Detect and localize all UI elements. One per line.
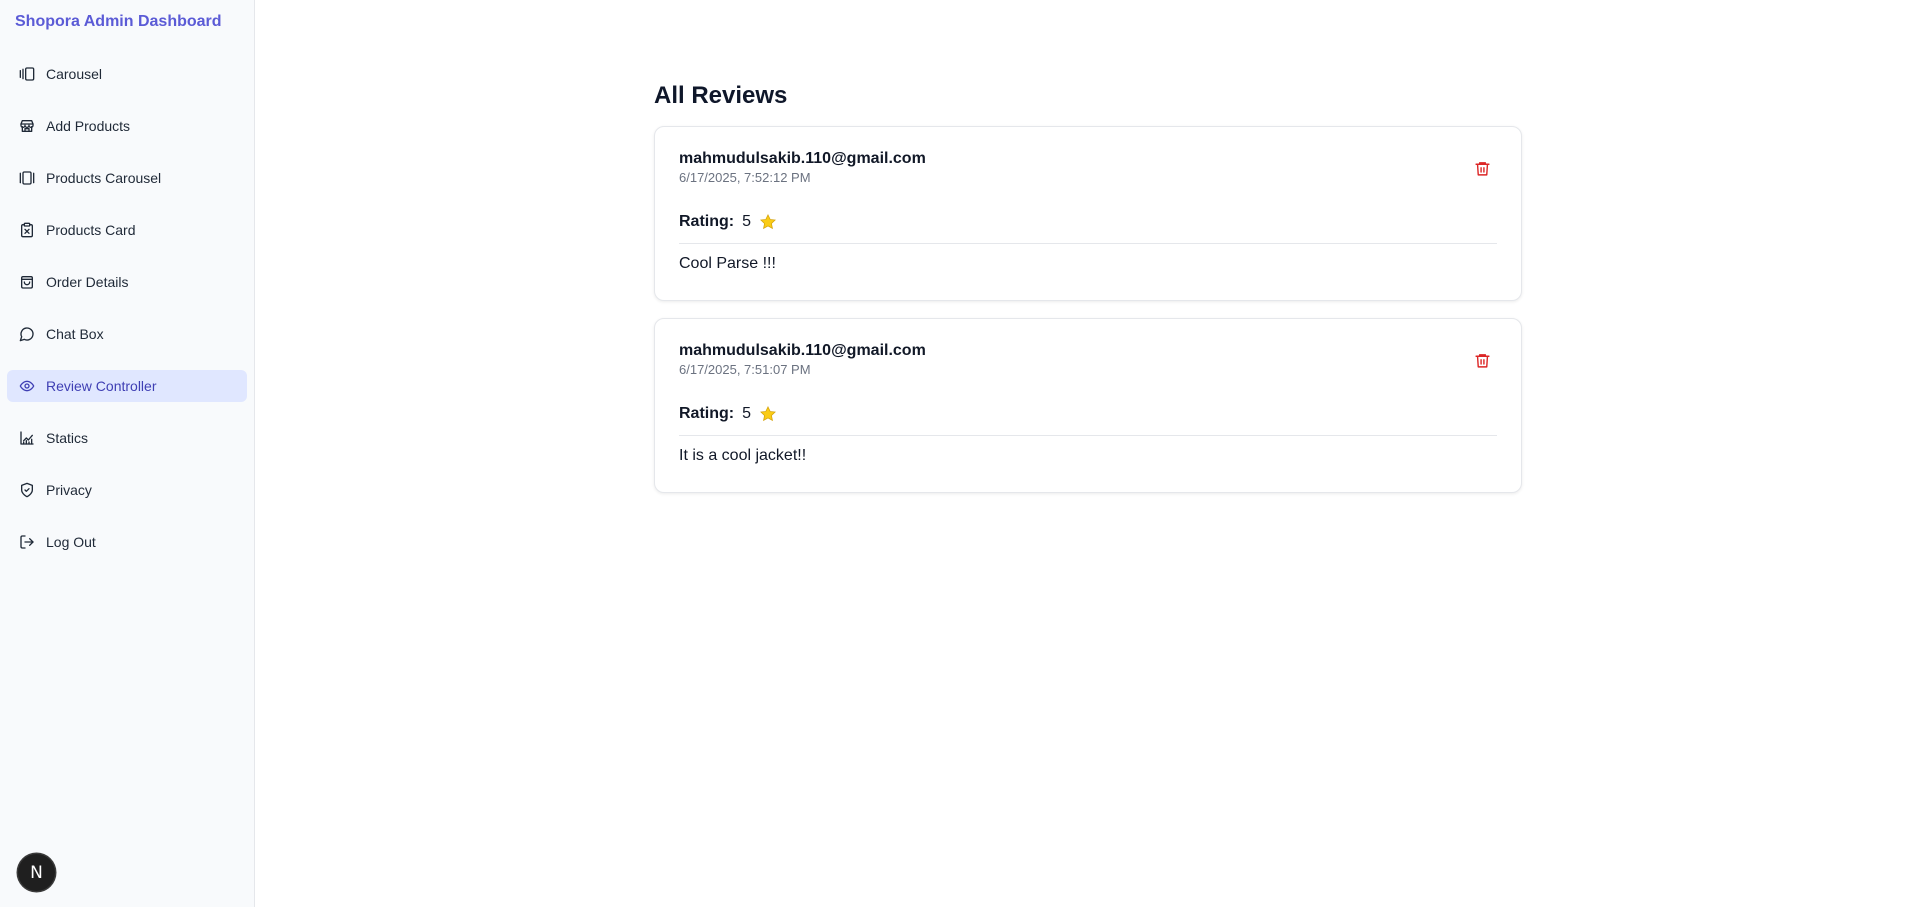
chart-line-icon: [19, 430, 35, 446]
divider: [679, 435, 1497, 436]
main-content: All Reviews mahmudulsakib.110@gmail.com …: [654, 80, 1522, 493]
review-text: Cool Parse !!!: [679, 255, 776, 272]
log-out-icon: [19, 534, 35, 550]
message-circle-icon: [19, 326, 35, 342]
star-icon: [759, 405, 777, 423]
dev-tools-badge-label: N: [30, 862, 43, 883]
sidebar-item-log-out[interactable]: Log Out: [7, 526, 247, 558]
gallery-icon: [19, 66, 35, 82]
sidebar-item-label: Privacy: [46, 482, 92, 498]
sidebar-item-add-products[interactable]: Add Products: [7, 110, 247, 142]
review-date: 6/17/2025, 7:51:07 PM: [679, 362, 811, 377]
review-card: mahmudulsakib.110@gmail.com 6/17/2025, 7…: [654, 318, 1522, 493]
sidebar-item-products-card[interactable]: Products Card: [7, 214, 247, 246]
store-icon: [19, 118, 35, 134]
delete-review-button[interactable]: [1473, 351, 1491, 369]
shield-check-icon: [19, 482, 35, 498]
sidebar-item-review-controller[interactable]: Review Controller: [7, 370, 247, 402]
sidebar-item-order-details[interactable]: Order Details: [7, 266, 247, 298]
review-card: mahmudulsakib.110@gmail.com 6/17/2025, 7…: [654, 126, 1522, 301]
sidebar-item-label: Products Carousel: [46, 170, 162, 186]
rating-label: Rating:: [679, 213, 735, 230]
clipboard-x-icon: [19, 222, 35, 238]
rating-row: Rating: 5: [679, 405, 777, 423]
divider: [679, 243, 1497, 244]
shopping-bag-icon: [19, 274, 35, 290]
gallery-thumbnails-icon: [19, 170, 35, 186]
review-email: mahmudulsakib.110@gmail.com: [679, 150, 926, 167]
rating-row: Rating: 5: [679, 213, 777, 231]
sidebar-item-label: Review Controller: [46, 378, 157, 394]
star-icon: [759, 213, 777, 231]
sidebar-item-privacy[interactable]: Privacy: [7, 474, 247, 506]
review-email: mahmudulsakib.110@gmail.com: [679, 342, 926, 359]
trash-icon: [1474, 161, 1490, 176]
sidebar: Shopora Admin Dashboard Carousel Add Pro…: [0, 0, 255, 907]
eye-icon: [19, 378, 35, 394]
sidebar-item-label: Log Out: [46, 534, 96, 550]
delete-review-button[interactable]: [1473, 159, 1491, 177]
sidebar-item-carousel[interactable]: Carousel: [7, 58, 247, 90]
sidebar-item-products-carousel[interactable]: Products Carousel: [7, 162, 247, 194]
rating-value: 5: [742, 213, 752, 230]
review-text: It is a cool jacket!!: [679, 447, 807, 464]
sidebar-item-statics[interactable]: Statics: [7, 422, 247, 454]
sidebar-item-label: Chat Box: [46, 326, 104, 342]
sidebar-item-label: Add Products: [46, 118, 131, 134]
sidebar-item-label: Products Card: [46, 222, 136, 238]
dev-tools-badge[interactable]: N: [18, 854, 55, 891]
brand-title[interactable]: Shopora Admin Dashboard: [15, 13, 222, 31]
trash-icon: [1474, 353, 1490, 368]
page-title: All Reviews: [654, 82, 788, 109]
sidebar-item-chat-box[interactable]: Chat Box: [7, 318, 247, 350]
review-date: 6/17/2025, 7:52:12 PM: [679, 170, 811, 185]
rating-label: Rating:: [679, 405, 735, 422]
sidebar-nav: Carousel Add Products Products Carousel …: [7, 58, 247, 578]
sidebar-item-label: Carousel: [46, 66, 103, 82]
rating-value: 5: [742, 405, 752, 422]
sidebar-item-label: Order Details: [46, 274, 129, 290]
sidebar-item-label: Statics: [46, 430, 89, 446]
